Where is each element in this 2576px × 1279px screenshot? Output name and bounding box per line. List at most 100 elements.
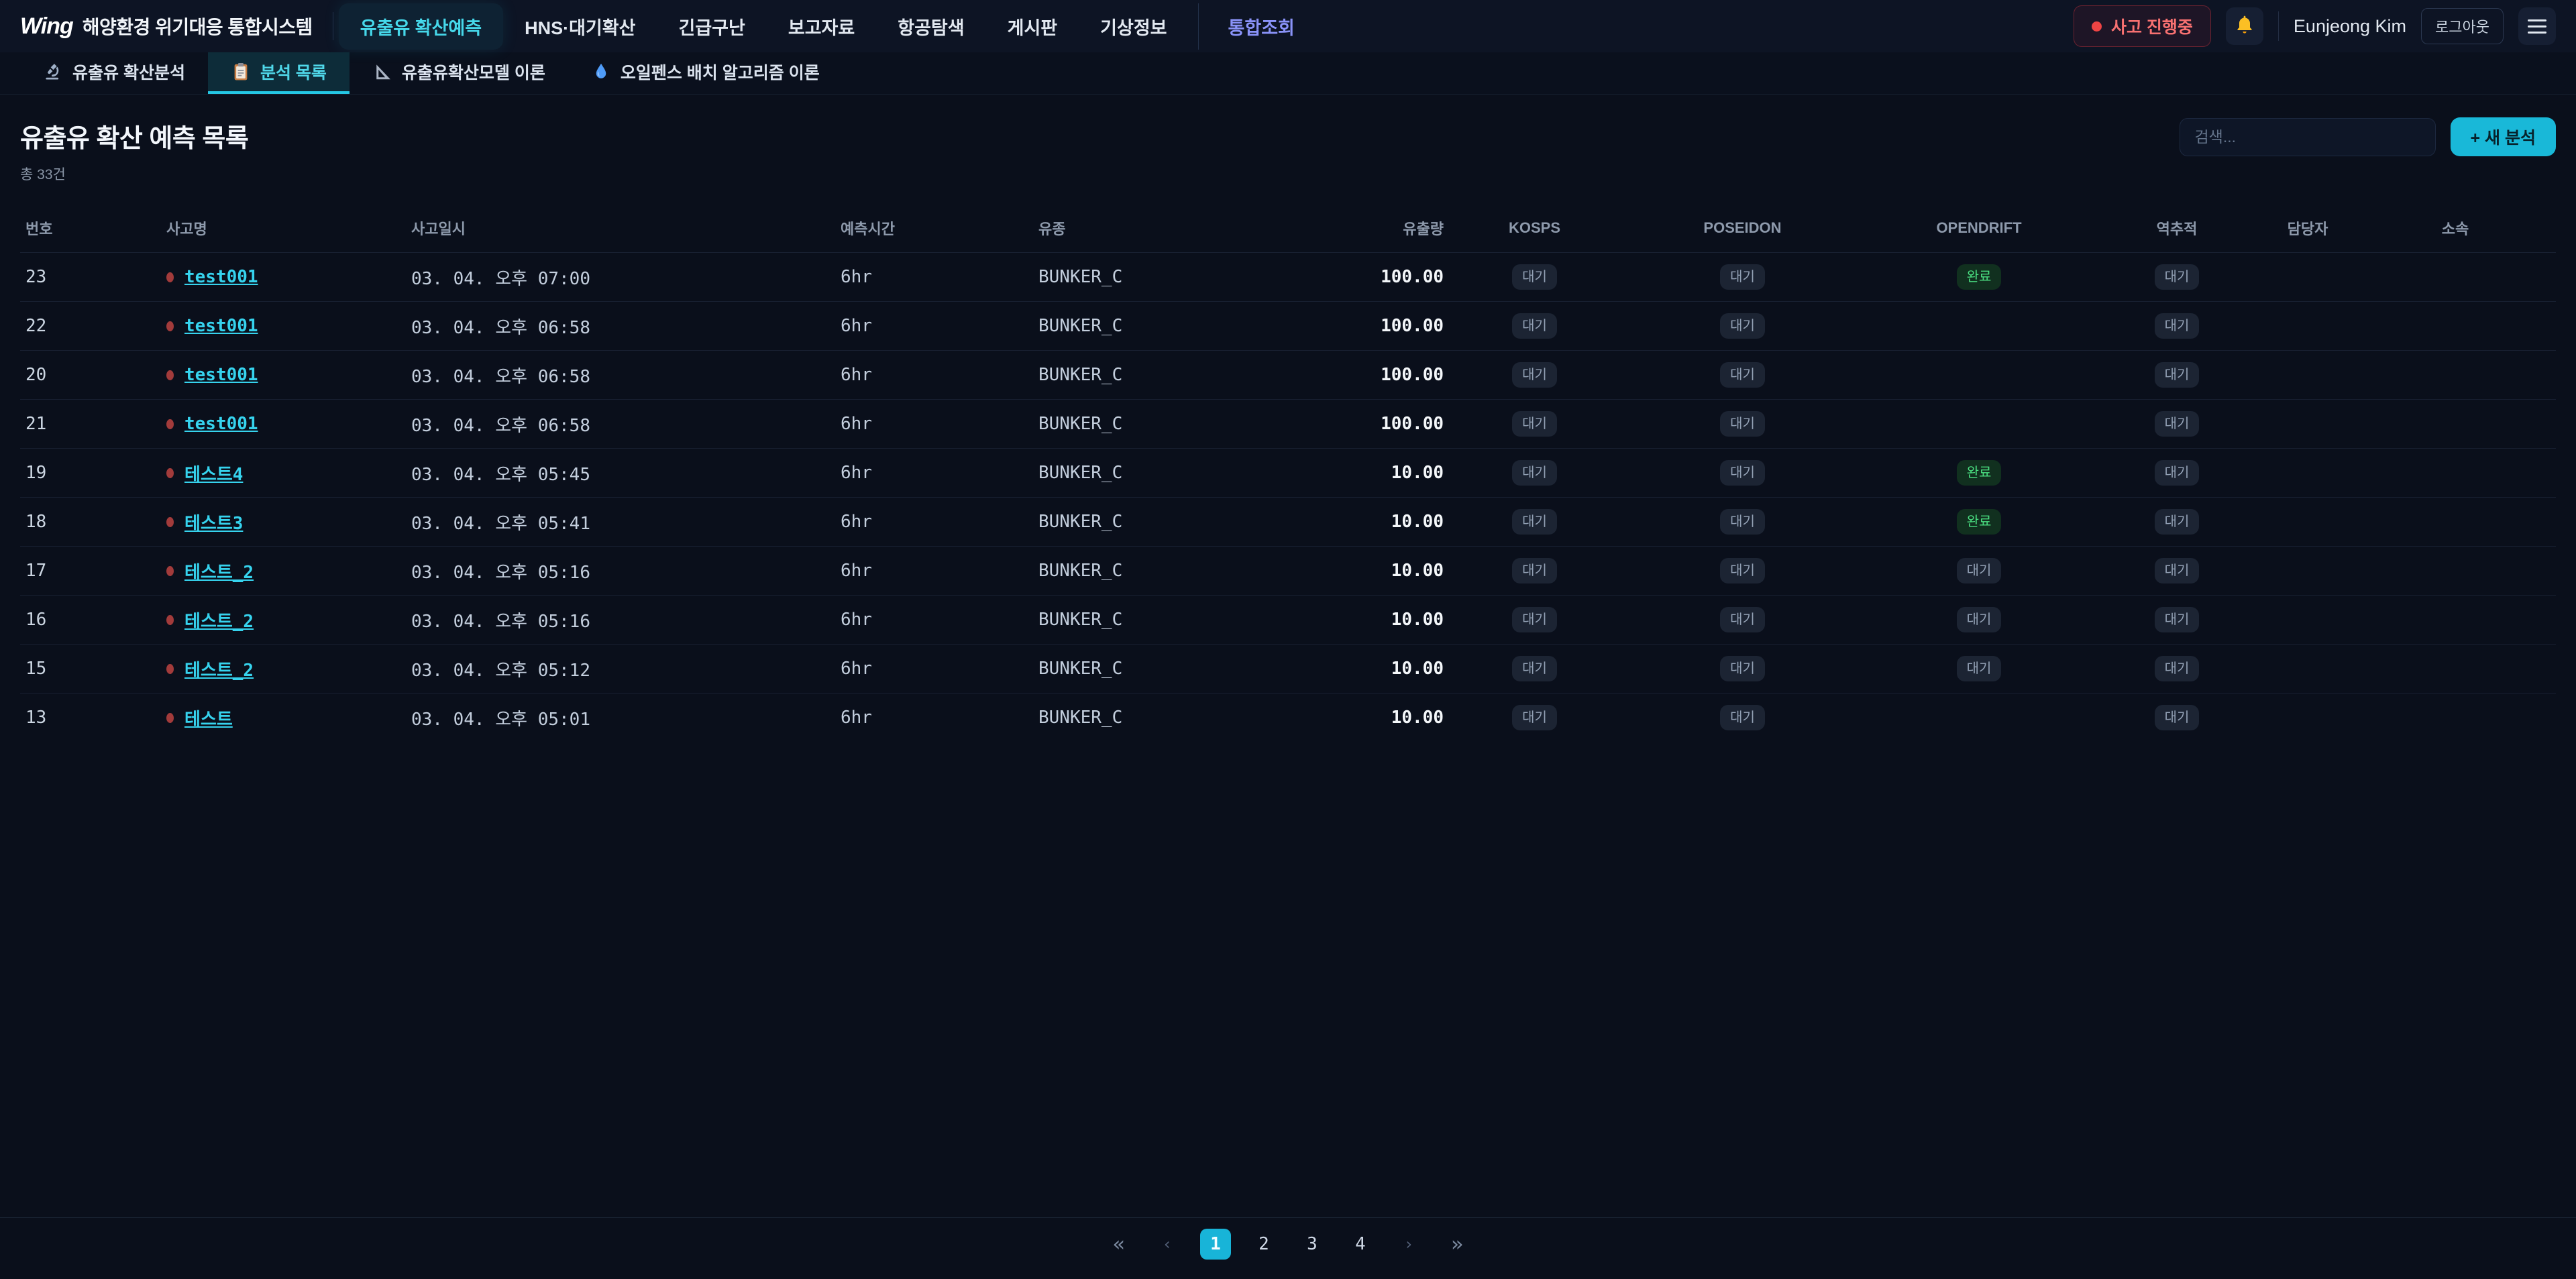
opendrift-status-cell: 완료 (1865, 498, 2093, 547)
nav-item-3[interactable]: 보고자료 (767, 3, 876, 50)
manager-cell (2261, 547, 2355, 596)
status-badge: 대기 (1512, 607, 1557, 632)
topbar-right: 사고 진행중 Eunjeong Kim 로그아웃 (2074, 5, 2556, 47)
tab-2[interactable]: 유출유확산모델 이론 (350, 52, 568, 94)
status-badge: 대기 (1720, 460, 1765, 486)
forecast-duration: 6hr (835, 498, 1033, 547)
tab-1[interactable]: 분석 목록 (208, 52, 350, 94)
kosps-status-cell: 대기 (1449, 498, 1620, 547)
nav-item-6[interactable]: 기상정보 (1079, 3, 1188, 50)
status-badge: 대기 (1720, 313, 1765, 339)
nav-item-0[interactable]: 유출유 확산예측 (339, 3, 503, 50)
manager-cell (2261, 351, 2355, 400)
table-row: 20 test001 03. 04. 오후 06:58 6hr BUNKER_C… (20, 351, 2556, 400)
incident-dot-icon (166, 615, 174, 625)
org-cell (2355, 400, 2556, 449)
status-badge: 대기 (1957, 558, 2002, 583)
incident-name-link[interactable]: 테스트_2 (184, 559, 254, 583)
page-button-2[interactable]: 2 (1248, 1229, 1279, 1260)
status-badge: 대기 (2155, 558, 2200, 583)
incident-name-cell: test001 (161, 253, 406, 302)
status-badge: 대기 (1512, 705, 1557, 730)
page-button-3[interactable]: 3 (1297, 1229, 1328, 1260)
spill-amount: 100.00 (1342, 351, 1449, 400)
status-badge: 완료 (1957, 460, 2002, 486)
notification-bell-button[interactable] (2226, 7, 2263, 45)
org-cell (2355, 302, 2556, 351)
page-button-4[interactable]: 4 (1345, 1229, 1376, 1260)
kosps-status-cell: 대기 (1449, 645, 1620, 693)
prev-page-button[interactable]: ‹ (1152, 1229, 1183, 1260)
last-page-button[interactable]: » (1442, 1229, 1472, 1260)
menu-button[interactable] (2518, 7, 2556, 45)
user-name: Eunjeong Kim (2294, 16, 2406, 37)
tab-3[interactable]: 오일펜스 배치 알고리즘 이론 (568, 52, 843, 94)
opendrift-status-cell (1865, 693, 2093, 742)
incident-name-link[interactable]: 테스트 (184, 706, 233, 730)
tab-label: 유출유확산모델 이론 (402, 60, 545, 84)
incident-name-cell: 테스트_2 (161, 596, 406, 645)
page-button-1[interactable]: 1 (1200, 1229, 1231, 1260)
manager-cell (2261, 498, 2355, 547)
backtrack-status-cell: 대기 (2093, 351, 2261, 400)
nav-item-5[interactable]: 게시판 (986, 3, 1079, 50)
oil-type: BUNKER_C (1033, 400, 1342, 449)
next-page-button[interactable]: › (1393, 1229, 1424, 1260)
spill-amount: 10.00 (1342, 547, 1449, 596)
poseidon-status-cell: 대기 (1620, 253, 1865, 302)
kosps-status-cell: 대기 (1449, 351, 1620, 400)
manager-cell (2261, 400, 2355, 449)
backtrack-status-cell: 대기 (2093, 596, 2261, 645)
incident-dot-icon (166, 370, 174, 380)
forecast-duration: 6hr (835, 547, 1033, 596)
spill-amount: 10.00 (1342, 449, 1449, 498)
status-badge: 대기 (1720, 411, 1765, 437)
set-square-icon (372, 62, 392, 82)
nav-item-1[interactable]: HNS·대기확산 (503, 3, 657, 50)
incident-name-link[interactable]: test001 (184, 414, 258, 434)
incident-name-link[interactable]: 테스트4 (184, 461, 243, 486)
spill-amount: 10.00 (1342, 645, 1449, 693)
manager-cell (2261, 449, 2355, 498)
logout-button[interactable]: 로그아웃 (2421, 8, 2504, 44)
forecast-duration: 6hr (835, 693, 1033, 742)
nav-item-7[interactable]: 통합조회 (1198, 3, 1316, 50)
row-number: 19 (20, 449, 161, 498)
forecast-duration: 6hr (835, 351, 1033, 400)
poseidon-status-cell: 대기 (1620, 351, 1865, 400)
new-analysis-button[interactable]: + 새 분석 (2451, 117, 2557, 156)
incident-name-link[interactable]: 테스트_2 (184, 657, 254, 681)
oil-type: BUNKER_C (1033, 449, 1342, 498)
org-cell (2355, 498, 2556, 547)
backtrack-status-cell: 대기 (2093, 498, 2261, 547)
incident-name-link[interactable]: 테스트3 (184, 510, 243, 535)
incident-datetime: 03. 04. 오후 05:01 (406, 693, 835, 742)
backtrack-status-cell: 대기 (2093, 400, 2261, 449)
column-header-9: 역추적 (2093, 205, 2261, 253)
manager-cell (2261, 253, 2355, 302)
oil-type: BUNKER_C (1033, 253, 1342, 302)
incident-name-link[interactable]: test001 (184, 316, 258, 336)
row-number: 18 (20, 498, 161, 547)
spill-amount: 10.00 (1342, 498, 1449, 547)
spill-amount: 10.00 (1342, 596, 1449, 645)
table-row: 18 테스트3 03. 04. 오후 05:41 6hr BUNKER_C 10… (20, 498, 2556, 547)
incident-name-link[interactable]: test001 (184, 365, 258, 385)
nav-item-2[interactable]: 긴급구난 (657, 3, 766, 50)
first-page-button[interactable]: « (1104, 1229, 1134, 1260)
tab-0[interactable]: 유출유 확산분석 (20, 52, 208, 94)
search-input[interactable] (2180, 118, 2436, 156)
table-row: 19 테스트4 03. 04. 오후 05:45 6hr BUNKER_C 10… (20, 449, 2556, 498)
nav-item-4[interactable]: 항공탐색 (876, 3, 985, 50)
incident-datetime: 03. 04. 오후 05:12 (406, 645, 835, 693)
incident-name-link[interactable]: test001 (184, 267, 258, 287)
status-badge: 대기 (1512, 362, 1557, 388)
status-badge: 대기 (1512, 460, 1557, 486)
total-count: 총 33건 (20, 164, 248, 184)
kosps-status-cell: 대기 (1449, 302, 1620, 351)
incident-name-link[interactable]: 테스트_2 (184, 608, 254, 632)
status-badge: 대기 (1720, 607, 1765, 632)
poseidon-status-cell: 대기 (1620, 547, 1865, 596)
oil-type: BUNKER_C (1033, 596, 1342, 645)
kosps-status-cell: 대기 (1449, 400, 1620, 449)
